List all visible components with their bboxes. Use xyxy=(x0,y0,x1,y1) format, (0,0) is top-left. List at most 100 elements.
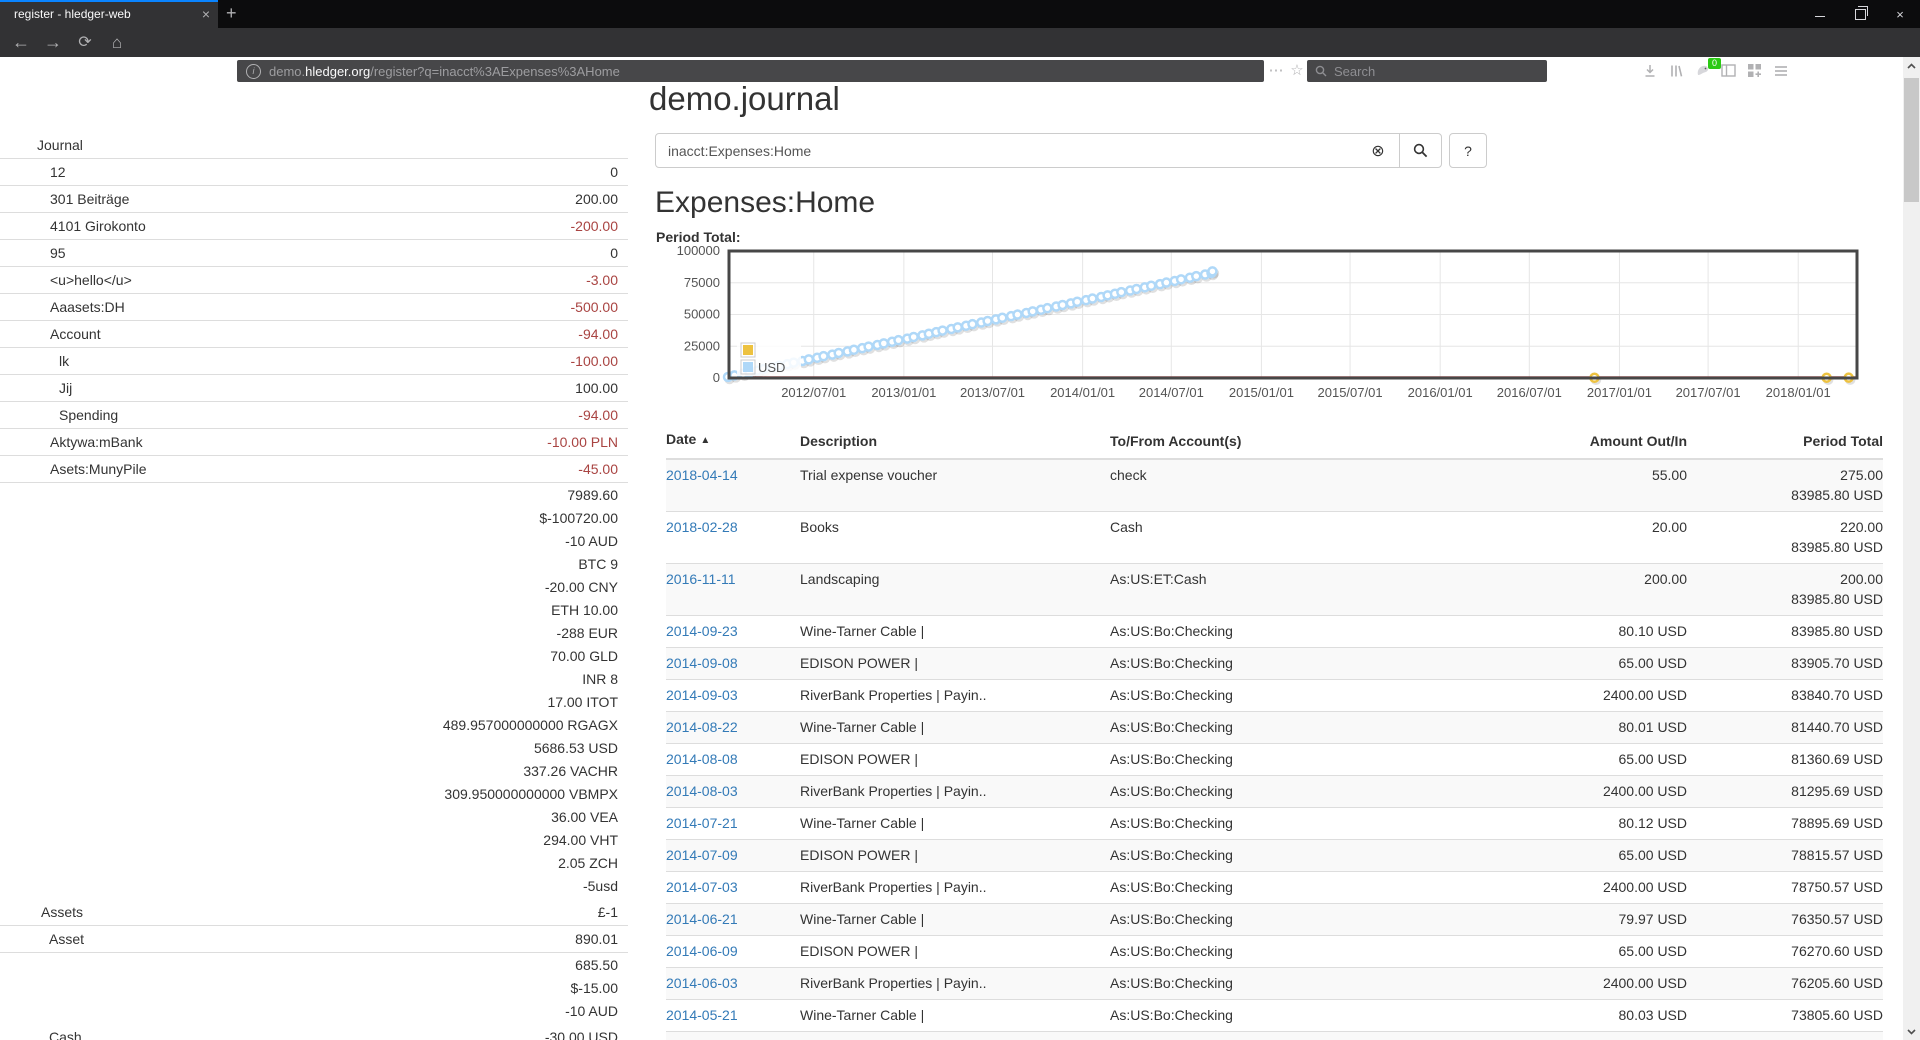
search-bar[interactable]: Search xyxy=(1307,60,1547,82)
balance-amount: -94.00 xyxy=(101,321,618,347)
account-link[interactable]: Asset xyxy=(0,926,84,952)
balance-amount: -30.00 USD xyxy=(82,1024,618,1040)
period-total: 78895.69 USD xyxy=(1687,808,1883,840)
forward-button[interactable]: → xyxy=(40,28,66,57)
chart-svg: 02500050000750001000002012/07/012013/01/… xyxy=(653,245,1885,407)
reload-button[interactable]: ⟳ xyxy=(72,28,98,57)
account-link[interactable]: Asets:MunyPile xyxy=(0,456,146,482)
column-header-description[interactable]: Description xyxy=(800,424,1110,459)
transaction-date-link[interactable]: 2014-08-22 xyxy=(666,719,738,735)
column-header-date[interactable]: Date▲ xyxy=(666,424,800,459)
transaction-account: As:US:Bo:Checking xyxy=(1110,968,1397,1000)
account-link[interactable]: Aaasets:DH xyxy=(0,294,125,320)
transaction-date-link[interactable]: 2014-06-21 xyxy=(666,911,738,927)
page-actions-icon[interactable]: ⋯ xyxy=(1266,56,1286,85)
transaction-account: As:US:Bo:Checking xyxy=(1110,872,1397,904)
balance-amount: BTC 9 xyxy=(50,553,618,576)
transaction-date-link[interactable]: 2014-07-21 xyxy=(666,815,738,831)
transaction-account: As:US:Bo:Checking xyxy=(1110,808,1397,840)
account-link[interactable]: lk xyxy=(0,348,69,374)
menu-hamburger-icon[interactable] xyxy=(1767,56,1795,85)
account-link[interactable]: Cash xyxy=(0,1024,82,1040)
site-info-icon[interactable]: i xyxy=(246,64,261,79)
transaction-description: Wine-Tarner Cable | xyxy=(800,616,1110,648)
account-balance: 7989.60$-100720.00-10 AUDBTC 9-20.00 CNY… xyxy=(50,483,628,899)
download-icon[interactable] xyxy=(1636,56,1664,85)
transaction-date-link[interactable]: 2014-09-08 xyxy=(666,655,738,671)
scroll-down-arrow[interactable] xyxy=(1903,1023,1920,1040)
back-button[interactable]: ← xyxy=(8,28,34,57)
screenshot-grid-icon[interactable] xyxy=(1740,56,1768,85)
search-query-button[interactable] xyxy=(1399,133,1442,168)
transaction-date-link[interactable]: 2018-04-14 xyxy=(666,467,738,483)
extension-icon[interactable]: 0 xyxy=(1689,56,1717,85)
transaction-amount: 2400.00 USD xyxy=(1397,968,1687,1000)
column-header-amount-out-in[interactable]: Amount Out/In xyxy=(1397,424,1687,459)
transaction-date-link[interactable]: 2014-06-03 xyxy=(666,975,738,991)
period-total: 78750.57 USD xyxy=(1687,872,1883,904)
account-link[interactable]: Account xyxy=(0,321,101,347)
table-row: 2014-06-21Wine-Tarner Cable |As:US:Bo:Ch… xyxy=(666,904,1883,936)
close-button[interactable]: × xyxy=(1880,0,1920,28)
minimize-button[interactable] xyxy=(1800,0,1840,28)
clear-query-button[interactable]: ⊗ xyxy=(1357,133,1400,168)
home-button[interactable]: ⌂ xyxy=(104,28,130,57)
period-total: 200.0083985.80 USD xyxy=(1687,564,1883,616)
new-tab-button[interactable]: + xyxy=(226,0,237,26)
column-header-period-total[interactable]: Period Total xyxy=(1687,424,1883,459)
sidebar-account-row: Account-94.00 xyxy=(0,321,628,348)
transaction-date-link[interactable]: 2016-11-11 xyxy=(666,571,736,587)
scroll-up-arrow[interactable] xyxy=(1903,57,1920,74)
account-link[interactable]: Journal xyxy=(0,132,83,158)
sidebar-toggle-icon[interactable] xyxy=(1714,56,1742,85)
period-total: 81440.70 USD xyxy=(1687,712,1883,744)
account-link[interactable]: 301 Beiträge xyxy=(0,186,129,212)
transaction-date-link[interactable]: 2014-08-08 xyxy=(666,751,738,767)
sidebar-account-row: 301 Beiträge200.00 xyxy=(0,186,628,213)
transaction-date-link[interactable]: 2014-06-09 xyxy=(666,943,738,959)
account-link[interactable]: 95 xyxy=(0,240,66,266)
svg-text:2015/07/01: 2015/07/01 xyxy=(1318,385,1383,400)
svg-text:2013/07/01: 2013/07/01 xyxy=(960,385,1025,400)
transaction-date-link[interactable]: 2014-09-03 xyxy=(666,687,738,703)
url-bar[interactable]: i demo.hledger.org/register?q=inacct%3AE… xyxy=(237,60,1264,82)
scrollbar-thumb[interactable] xyxy=(1904,78,1919,202)
library-icon[interactable] xyxy=(1662,56,1690,85)
account-link[interactable]: 4101 Girokonto xyxy=(0,213,146,239)
transaction-date-link[interactable]: 2014-08-03 xyxy=(666,783,738,799)
transaction-account: As:US:Bo:Checking xyxy=(1110,680,1397,712)
account-link[interactable]: 12 xyxy=(0,159,66,185)
transaction-account: As:US:Bo:Checking xyxy=(1110,904,1397,936)
sidebar-account-row: Spending-94.00 xyxy=(0,402,628,429)
transaction-date-link[interactable]: 2014-05-21 xyxy=(666,1007,738,1023)
restore-icon xyxy=(1855,9,1866,20)
transaction-date-link[interactable]: 2018-02-28 xyxy=(666,519,738,535)
sidebar-account-row: 950 xyxy=(0,240,628,267)
account-link[interactable]: <u>hello</u> xyxy=(0,267,132,293)
restore-button[interactable] xyxy=(1840,0,1880,28)
browser-tab[interactable]: register - hledger-web × xyxy=(0,0,218,28)
account-balance: 100.00 xyxy=(72,375,628,401)
bookmark-star-icon[interactable]: ☆ xyxy=(1287,56,1307,85)
transaction-date-link[interactable]: 2014-07-03 xyxy=(666,879,738,895)
account-link[interactable]: Assets xyxy=(0,899,83,925)
period-total: 220.0083985.80 USD xyxy=(1687,512,1883,564)
help-button[interactable]: ? xyxy=(1449,133,1487,168)
tab-close-icon[interactable]: × xyxy=(202,0,210,28)
sidebar-account-row: Asets:MunyPile-45.00 xyxy=(0,456,628,483)
transaction-date-link[interactable]: 2014-07-09 xyxy=(666,847,738,863)
account-link[interactable]: Jij xyxy=(0,375,72,401)
account-balance: -10.00 PLN xyxy=(143,429,628,455)
transaction-date-link[interactable]: 2014-09-23 xyxy=(666,623,738,639)
svg-text:USD: USD xyxy=(758,360,785,375)
query-input[interactable] xyxy=(655,133,1358,168)
page-scrollbar[interactable] xyxy=(1903,57,1920,1040)
column-header-to-from-account-s-[interactable]: To/From Account(s) xyxy=(1110,424,1397,459)
balance-amount: -500.00 xyxy=(125,294,618,320)
account-link[interactable]: Spending xyxy=(0,402,118,428)
url-path: /register?q=inacct%3AExpenses%3AHome xyxy=(370,64,620,79)
register-table: Date▲DescriptionTo/From Account(s)Amount… xyxy=(666,424,1883,1040)
period-total: 275.0083985.80 USD xyxy=(1687,459,1883,512)
transaction-amount: 200.00 xyxy=(1397,564,1687,616)
account-link[interactable]: Aktywa:mBank xyxy=(0,429,143,455)
